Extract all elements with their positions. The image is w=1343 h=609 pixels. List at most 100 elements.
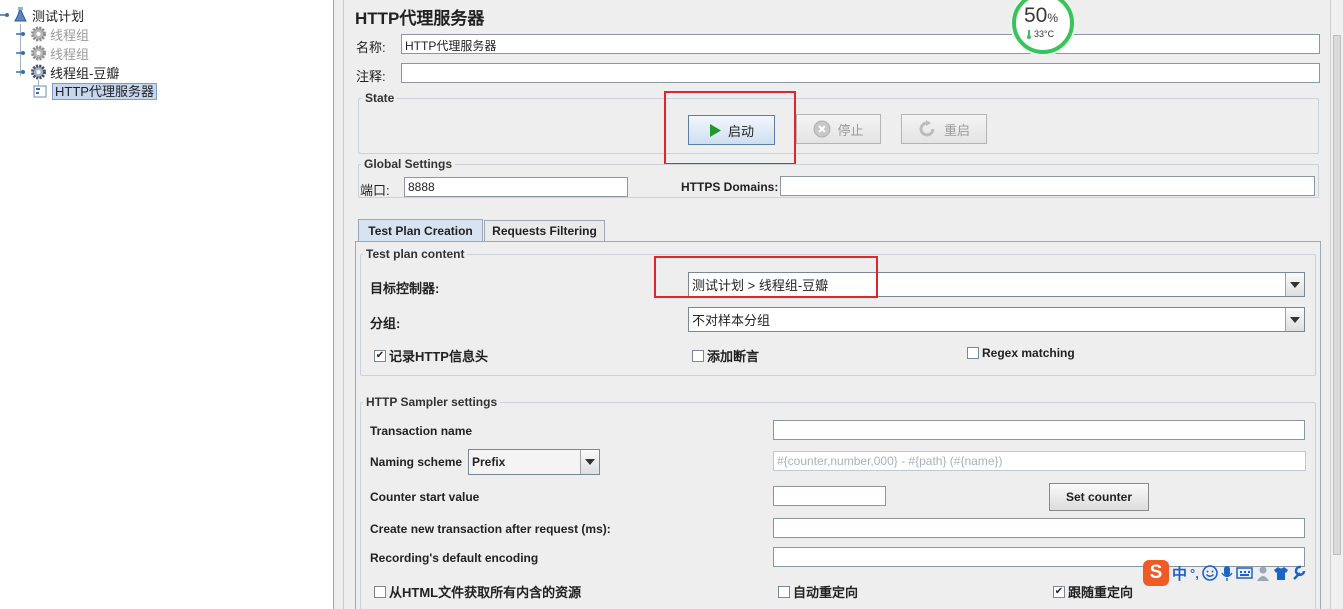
- tree-item-label: 线程组-豆瓣: [50, 65, 120, 81]
- tree-item-http-proxy[interactable]: HTTP代理服务器: [32, 82, 157, 100]
- stop-button[interactable]: 停止: [796, 114, 881, 144]
- follow-redirects-label: 跟随重定向: [1068, 585, 1134, 600]
- follow-redirects-checkbox[interactable]: ✔ 跟随重定向: [1053, 582, 1133, 601]
- tab-requests-filtering[interactable]: Requests Filtering: [484, 220, 605, 241]
- http-proxy-panel: HTTP代理服务器 名称: HTTP代理服务器 注释: State 启动 停止 …: [345, 0, 1330, 609]
- highlight-target-controller: [654, 256, 878, 298]
- comment-field[interactable]: [401, 63, 1320, 83]
- tree-item-label: HTTP代理服务器: [52, 82, 157, 100]
- http-sampler-settings-title: HTTP Sampler settings: [363, 395, 501, 409]
- target-controller-label: 目标控制器:: [370, 281, 440, 296]
- new-transaction-field[interactable]: [773, 518, 1305, 538]
- record-headers-label: 记录HTTP信息头: [389, 349, 488, 364]
- counter-start-label: Counter start value: [370, 490, 480, 504]
- cpu-percent-readout: 50%: [1024, 4, 1058, 28]
- default-encoding-label: Recording's default encoding: [370, 551, 539, 565]
- port-label: 端口:: [360, 183, 390, 198]
- checkbox-unchecked-icon[interactable]: [692, 349, 704, 362]
- ime-mode-indicator[interactable]: 中: [1172, 563, 1187, 584]
- proxy-server-icon: [33, 85, 47, 98]
- temperature-readout: 33°C: [1026, 29, 1054, 39]
- fetch-embedded-resources-checkbox[interactable]: 从HTML文件获取所有内含的资源: [374, 582, 581, 601]
- add-assertions-checkbox[interactable]: 添加断言: [692, 346, 759, 365]
- restart-button-label: 重启: [943, 122, 970, 138]
- checkbox-unchecked-icon[interactable]: [778, 585, 790, 598]
- naming-scheme-select[interactable]: Prefix: [468, 449, 600, 475]
- gear-icon: [31, 64, 46, 80]
- name-field[interactable]: HTTP代理服务器: [401, 34, 1320, 54]
- regex-matching-label: Regex matching: [982, 346, 1075, 360]
- grouping-select[interactable]: 不对样本分组: [688, 307, 1305, 332]
- skin-shirt-icon[interactable]: [1273, 566, 1289, 581]
- name-label: 名称:: [356, 40, 386, 55]
- cpu-percent-unit: %: [1047, 11, 1059, 25]
- microphone-icon[interactable]: [1221, 565, 1233, 582]
- checkbox-unchecked-icon[interactable]: [374, 585, 386, 598]
- restart-button[interactable]: 重启: [901, 114, 987, 144]
- chevron-down-icon[interactable]: [580, 450, 599, 474]
- ime-punctuation-indicator[interactable]: °,: [1190, 566, 1199, 581]
- tree-item-label: 线程组: [50, 27, 90, 43]
- vertical-scrollbar[interactable]: [1330, 0, 1343, 609]
- highlight-start-button: [664, 91, 796, 165]
- set-counter-button[interactable]: Set counter: [1049, 483, 1149, 511]
- tree-item-thread-group-1[interactable]: 线程组: [16, 25, 89, 43]
- stop-icon: [813, 120, 831, 138]
- https-domains-label: HTTPS Domains:: [681, 180, 779, 194]
- split-pane-divider[interactable]: [334, 0, 344, 609]
- tab-label: Test Plan Creation: [368, 224, 473, 238]
- tab-test-plan-creation[interactable]: Test Plan Creation: [358, 219, 483, 242]
- wrench-icon[interactable]: [1292, 565, 1306, 581]
- test-plan-icon: [14, 7, 27, 22]
- checkbox-checked-icon[interactable]: ✔: [1053, 585, 1065, 598]
- sogou-logo-icon[interactable]: S: [1143, 560, 1169, 586]
- chevron-down-icon[interactable]: [1285, 308, 1304, 331]
- cpu-percent-value: 50: [1024, 4, 1048, 27]
- chevron-down-icon[interactable]: [1285, 273, 1304, 296]
- tree-item-thread-group-2[interactable]: 线程组: [16, 44, 89, 62]
- gear-icon: [31, 26, 46, 42]
- tree-expand-handle[interactable]: [0, 10, 10, 20]
- transaction-name-field[interactable]: [773, 420, 1305, 440]
- tree-root-label: 测试计划: [32, 8, 85, 24]
- test-plan-tree[interactable]: 测试计划 线程组 线程组 线程组-豆瓣 HTTP代理服务器: [0, 0, 334, 609]
- tree-root-test-plan[interactable]: 测试计划: [0, 6, 85, 24]
- thermometer-icon: [1027, 29, 1031, 39]
- auto-redirect-label: 自动重定向: [793, 585, 859, 600]
- ime-toolbar[interactable]: S 中 °,: [1141, 559, 1343, 587]
- grouping-label: 分组:: [370, 316, 401, 331]
- port-field[interactable]: 8888: [404, 177, 628, 197]
- panel-title: HTTP代理服务器: [355, 9, 485, 28]
- add-assertions-label: 添加断言: [707, 349, 760, 364]
- transaction-name-label: Transaction name: [370, 424, 473, 438]
- test-plan-content-title: Test plan content: [363, 247, 468, 261]
- state-group-title: State: [362, 91, 398, 105]
- counter-start-field[interactable]: [773, 486, 886, 506]
- checkbox-checked-icon[interactable]: ✔: [374, 349, 386, 362]
- tree-item-thread-group-douban[interactable]: 线程组-豆瓣: [16, 63, 119, 81]
- tree-expand-handle[interactable]: [16, 48, 26, 58]
- tab-label: Requests Filtering: [492, 224, 597, 238]
- tree-item-label: 线程组: [50, 46, 90, 62]
- record-headers-checkbox[interactable]: ✔ 记录HTTP信息头: [374, 346, 488, 365]
- grouping-value: 不对样本分组: [692, 313, 771, 328]
- set-counter-label: Set counter: [1065, 490, 1132, 504]
- stop-button-label: 停止: [837, 122, 864, 138]
- naming-format-field[interactable]: #{counter,number,000} - #{path} (#{name}…: [773, 451, 1306, 471]
- naming-scheme-value: Prefix: [472, 455, 506, 469]
- auto-redirect-checkbox[interactable]: 自动重定向: [778, 582, 858, 601]
- tree-expand-handle[interactable]: [16, 29, 26, 39]
- fetch-embedded-resources-label: 从HTML文件获取所有内含的资源: [389, 585, 582, 600]
- global-settings-title: Global Settings: [361, 157, 456, 171]
- regex-matching-checkbox[interactable]: Regex matching: [967, 346, 1075, 360]
- restart-icon: [919, 120, 935, 137]
- scrollbar-thumb[interactable]: [1333, 35, 1341, 555]
- tree-expand-handle[interactable]: [16, 67, 26, 77]
- new-transaction-label: Create new transaction after request (ms…: [370, 522, 611, 536]
- checkbox-unchecked-icon[interactable]: [967, 347, 979, 359]
- keyboard-icon[interactable]: [1236, 566, 1253, 580]
- emoji-icon[interactable]: [1202, 565, 1218, 581]
- user-icon[interactable]: [1256, 565, 1270, 581]
- https-domains-field[interactable]: [780, 176, 1315, 196]
- comment-label: 注释:: [356, 69, 386, 84]
